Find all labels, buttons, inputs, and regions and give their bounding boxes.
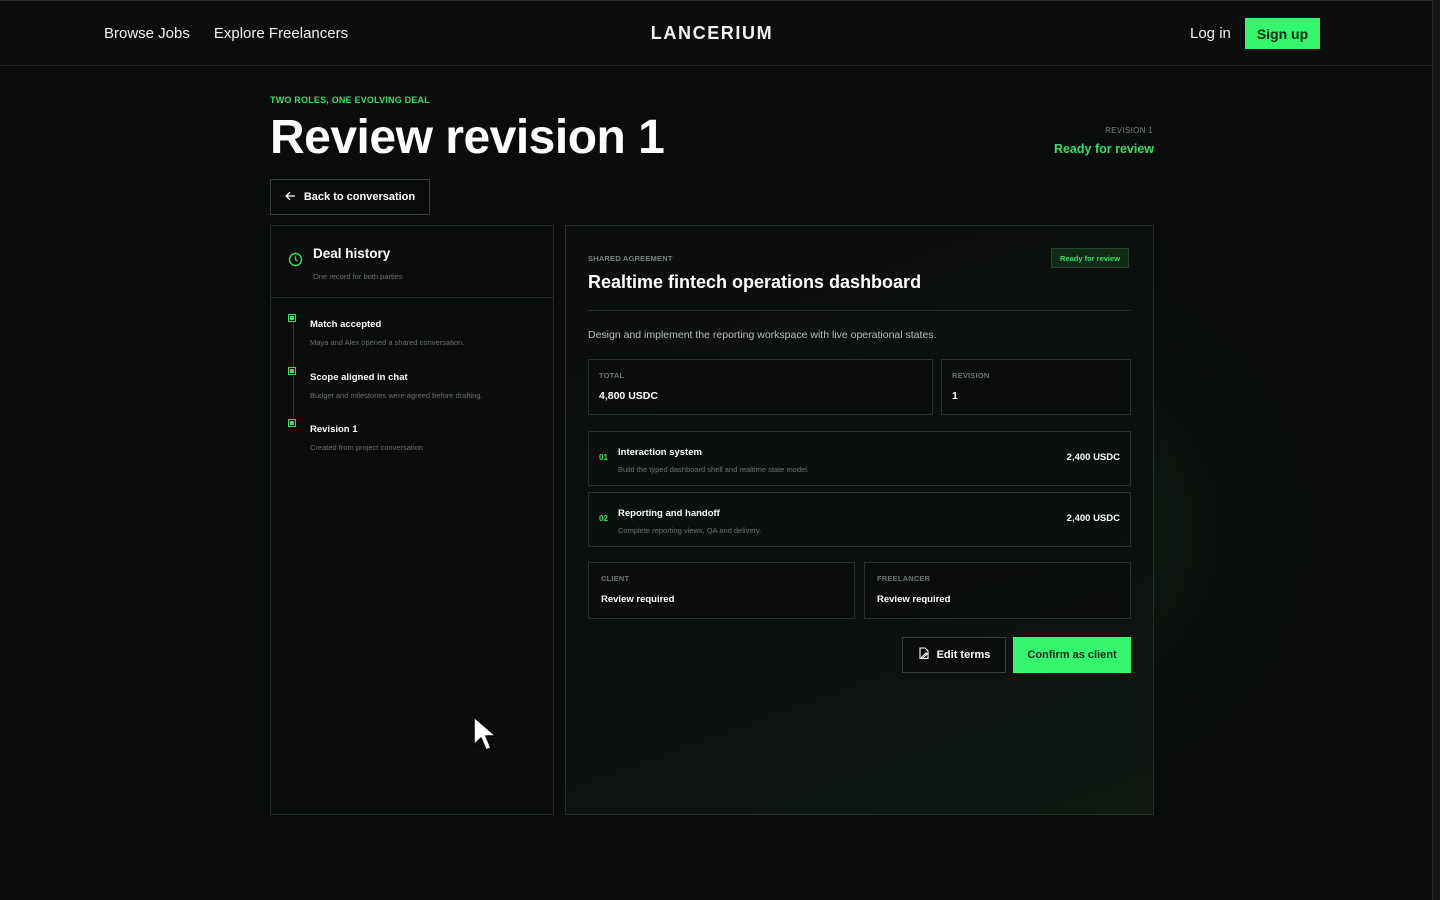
window-edge xyxy=(1432,0,1440,900)
milestone-desc: Complete reporting views, QA and deliver… xyxy=(618,526,762,535)
timeline-item-title: Revision 1 xyxy=(310,424,358,435)
total-label: TOTAL xyxy=(599,371,625,380)
client-status: Review required xyxy=(601,594,675,605)
client-status-box: CLIENT Review required xyxy=(588,562,855,619)
page-title: Review revision 1 xyxy=(270,111,665,164)
freelancer-status-box: FREELANCER Review required xyxy=(864,562,1131,619)
timeline-item-title: Match accepted xyxy=(310,319,382,330)
milestone-desc: Build the typed dashboard shell and real… xyxy=(618,465,809,474)
total-value: 4,800 USDC xyxy=(599,390,658,402)
top-navigation: Browse Jobs Explore Freelancers LANCERIU… xyxy=(0,0,1440,66)
timeline-item-desc: Budget and milestones were agreed before… xyxy=(310,391,483,400)
back-to-conversation-button[interactable]: Back to conversation xyxy=(270,179,430,215)
agreement-title: Realtime fintech operations dashboard xyxy=(588,272,922,292)
milestone-title: Interaction system xyxy=(618,447,702,458)
shared-agreement-panel: SHARED AGREEMENT Ready for review Realti… xyxy=(565,225,1154,815)
milestone-number: 01 xyxy=(599,453,608,462)
client-label: CLIENT xyxy=(601,574,630,583)
revision-box-value: 1 xyxy=(952,390,958,402)
milestone-amount: 2,400 USDC xyxy=(1066,513,1120,524)
milestone-amount: 2,400 USDC xyxy=(1066,452,1120,463)
freelancer-label: FREELANCER xyxy=(877,574,931,583)
timeline-marker xyxy=(288,314,296,322)
timeline-item-desc: Maya and Alex opened a shared conversati… xyxy=(310,338,465,347)
timeline-item-title: Scope aligned in chat xyxy=(310,372,408,383)
edit-terms-label: Edit terms xyxy=(936,649,991,661)
signup-button[interactable]: Sign up xyxy=(1245,18,1320,49)
deal-history-panel: Deal history One record for both parties… xyxy=(270,225,554,815)
milestone-title: Reporting and handoff xyxy=(618,508,720,519)
deal-history-title: Deal history xyxy=(313,246,391,261)
revision-box: REVISION 1 xyxy=(941,359,1131,415)
timeline-marker xyxy=(288,419,296,427)
cursor-icon xyxy=(472,715,500,758)
back-button-label: Back to conversation xyxy=(303,191,416,203)
timeline-marker xyxy=(288,367,296,375)
total-box: TOTAL 4,800 USDC xyxy=(588,359,933,415)
revision-label: REVISION 1 xyxy=(1105,126,1153,135)
edit-terms-button[interactable]: Edit terms xyxy=(902,637,1006,673)
agreement-label: SHARED AGREEMENT xyxy=(588,254,673,263)
edit-document-icon xyxy=(918,647,930,663)
freelancer-status: Review required xyxy=(877,594,951,605)
revision-box-label: REVISION xyxy=(952,371,990,380)
page-kicker: TWO ROLES, ONE EVOLVING DEAL xyxy=(270,95,430,105)
milestone-row[interactable]: 02 Reporting and handoff Complete report… xyxy=(588,492,1131,547)
status-badge: Ready for review xyxy=(1051,248,1130,268)
milestone-number: 02 xyxy=(599,514,608,523)
revision-status: Ready for review xyxy=(1053,142,1154,156)
timeline-item-desc: Created from project conversation xyxy=(310,443,423,452)
milestone-row[interactable]: 01 Interaction system Build the typed da… xyxy=(588,431,1131,486)
agreement-description: Design and implement the reporting works… xyxy=(588,329,937,341)
deal-history-header: Deal history One record for both parties xyxy=(271,226,553,298)
arrow-left-icon xyxy=(285,191,296,204)
confirm-as-client-button[interactable]: Confirm as client xyxy=(1013,637,1131,673)
deal-history-subtitle: One record for both parties xyxy=(313,272,403,281)
clock-icon xyxy=(288,252,303,272)
login-link[interactable]: Log in xyxy=(1190,25,1231,42)
divider xyxy=(588,310,1131,311)
